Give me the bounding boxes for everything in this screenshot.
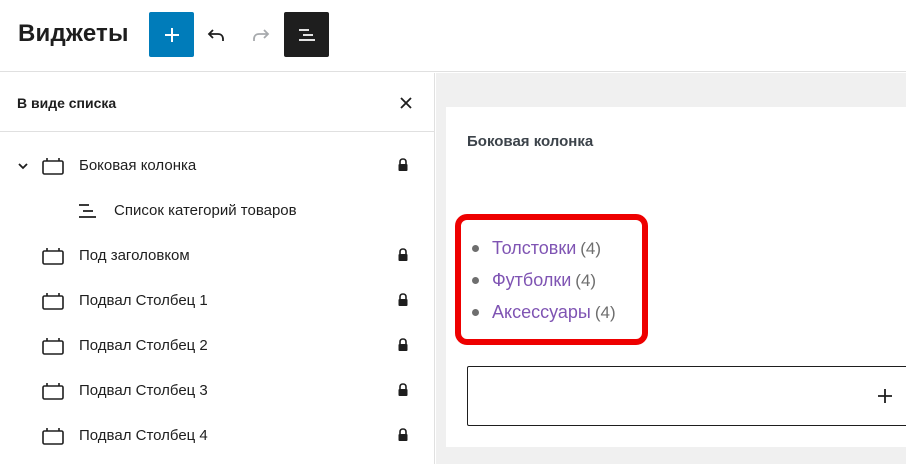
tree-item-footer-column-2[interactable]: Подвал Столбец 2 [0, 326, 434, 366]
category-list-icon [79, 204, 96, 218]
widget-area-title[interactable]: Боковая колонка [467, 133, 593, 150]
page-title: Виджеты [18, 20, 129, 47]
lock-icon [398, 338, 408, 351]
widget-area-icon [42, 248, 64, 265]
undo-button[interactable] [198, 12, 234, 57]
widget-area-icon [42, 383, 64, 400]
redo-button[interactable] [243, 12, 279, 57]
tree-item-footer-column-3[interactable]: Подвал Столбец 3 [0, 371, 434, 411]
close-icon [400, 97, 412, 109]
tree-item-footer-column-1[interactable]: Подвал Столбец 1 [0, 281, 434, 321]
editor-canvas: Боковая колонка Толстовки (4) Футболки (4)… [436, 73, 906, 464]
list-view-button[interactable] [284, 12, 329, 57]
block-appender[interactable] [467, 366, 906, 426]
widget-area-icon [42, 293, 64, 310]
undo-icon [207, 28, 224, 41]
tree-item-label: Подвал Столбец 4 [79, 427, 208, 444]
tree-item-label: Под заголовком [79, 247, 190, 264]
list-view-header: В виде списка [0, 73, 434, 132]
plus-icon [878, 389, 892, 403]
widget-area-card[interactable]: Боковая колонка Толстовки (4) Футболки (4)… [446, 107, 906, 447]
tree-item-label: Боковая колонка [79, 157, 197, 174]
widget-area-icon [42, 158, 64, 175]
tree-item-label: Подвал Столбец 1 [79, 292, 208, 309]
chevron-down-icon[interactable] [16, 159, 30, 173]
list-view-panel: В виде списка Боковая колонка Список кат… [0, 73, 435, 464]
tree-item-under-header[interactable]: Под заголовком [0, 236, 434, 276]
lock-icon [398, 428, 408, 441]
lock-icon [398, 158, 408, 171]
widget-area-icon [42, 428, 64, 445]
lock-icon [398, 248, 408, 261]
widget-area-icon [42, 338, 64, 355]
tree-item-footer-column-4[interactable]: Подвал Столбец 4 [0, 416, 434, 456]
plus-icon [164, 27, 179, 42]
tree-item-label: Подвал Столбец 3 [79, 382, 208, 399]
add-block-inline-button[interactable] [874, 385, 896, 407]
highlight-annotation [455, 214, 648, 345]
close-list-view-button[interactable] [396, 93, 416, 113]
add-block-button[interactable] [149, 12, 194, 57]
list-view-icon [298, 28, 315, 41]
tree-item-sidebar-area[interactable]: Боковая колонка [0, 146, 434, 186]
lock-icon [398, 293, 408, 306]
lock-icon [398, 383, 408, 396]
tree-item-label: Список категорий товаров [114, 202, 297, 219]
list-view-title: В виде списка [17, 95, 117, 111]
top-toolbar: Виджеты [0, 0, 906, 72]
redo-icon [253, 28, 270, 41]
tree-item-product-categories[interactable]: Список категорий товаров [0, 191, 434, 231]
tree-item-label: Подвал Столбец 2 [79, 337, 208, 354]
